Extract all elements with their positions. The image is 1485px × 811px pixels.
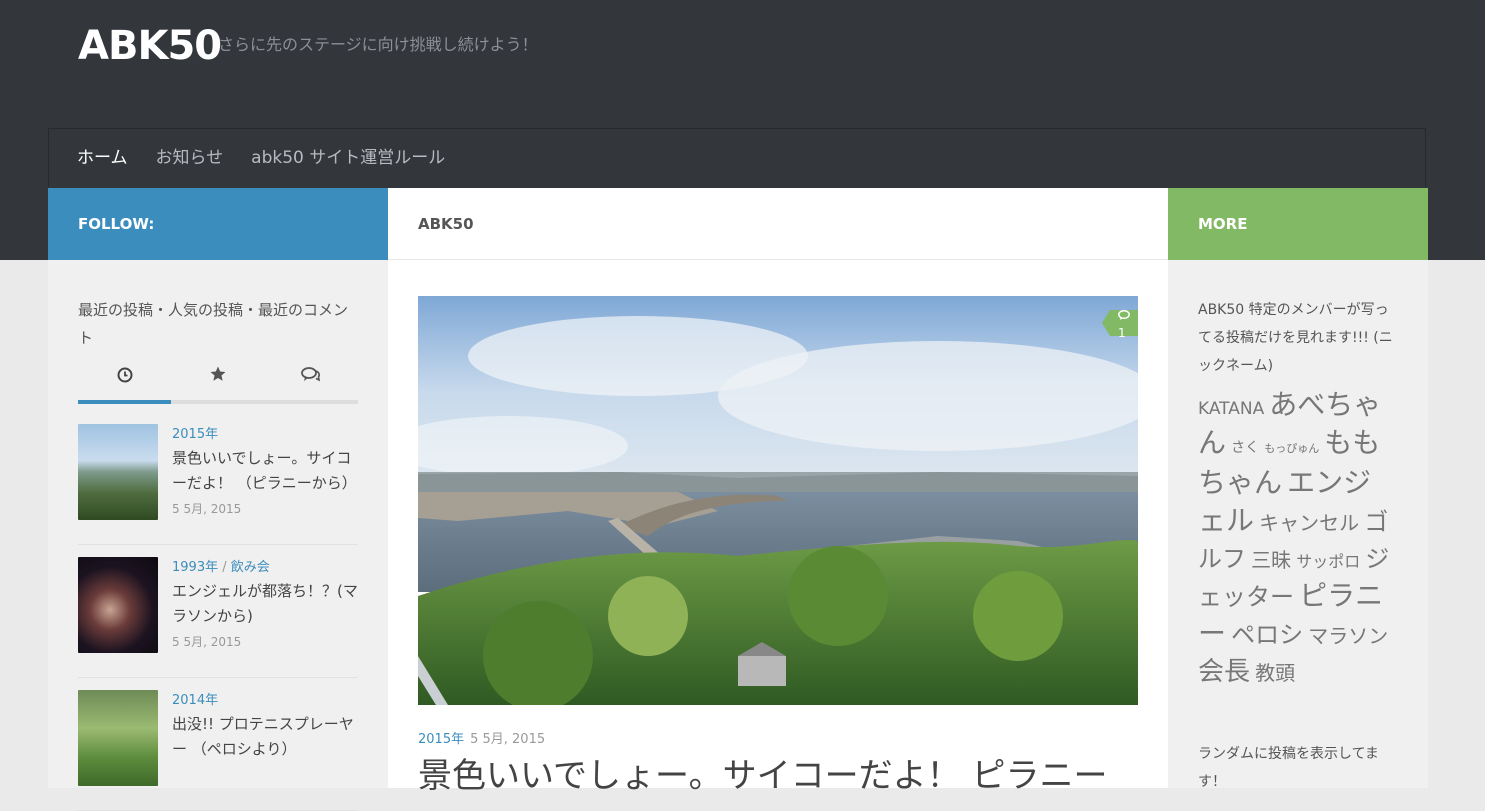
- tab-comments[interactable]: [265, 364, 358, 400]
- post-category-link[interactable]: 2014年: [172, 693, 218, 708]
- tag-link[interactable]: 教頭: [1255, 661, 1295, 685]
- post-thumbnail[interactable]: [78, 690, 158, 786]
- post-date: 5 5月, 2015: [172, 502, 242, 516]
- nav-item-rules[interactable]: abk50 サイト運営ルール: [251, 129, 445, 188]
- clock-icon: [117, 367, 133, 383]
- post-thumbnail[interactable]: [78, 557, 158, 653]
- site-tagline: さらに先のステージに向け挑戦し続けよう！: [218, 35, 538, 54]
- tag-link[interactable]: キャンセル: [1259, 511, 1359, 535]
- recent-post-list: 2015年 景色いいでしょー。サイコーだよ！ （ピラニーから） 5 5月, 20…: [78, 424, 358, 811]
- star-icon: [210, 366, 226, 381]
- random-widget-text: ランダムに投稿を表示してます！: [1198, 746, 1379, 790]
- post-category-link[interactable]: 飲み会: [231, 560, 270, 575]
- follow-bar: FOLLOW:: [48, 188, 388, 260]
- post-category-link[interactable]: 2015年: [172, 427, 218, 442]
- tag-link[interactable]: マラソン: [1308, 624, 1388, 648]
- content-wrap: FOLLOW: 最近の投稿・人気の投稿・最近のコメント 2015年 景色いいでし…: [48, 188, 1428, 811]
- member-widget-text: ABK50 特定のメンバーが写ってる投稿だけを見れます!!! (ニックネーム): [1198, 302, 1393, 374]
- tag-link[interactable]: もっぴゅん: [1264, 442, 1319, 455]
- main-bar: ABK50: [388, 188, 1168, 260]
- main-content: ABK50 1 2015年 5 5月, 2015 景色いいでしょー。サイコーだよ…: [388, 188, 1168, 796]
- tag-link[interactable]: ペロシ: [1231, 621, 1303, 649]
- tab-recent[interactable]: [78, 364, 171, 400]
- post-title-link[interactable]: 景色いいでしょー。サイコーだよ！ （ピラニーから）: [172, 446, 358, 496]
- post-date: 5 5月, 2015: [470, 732, 546, 747]
- nav-item-home[interactable]: ホーム: [77, 129, 128, 188]
- post-tabs: [78, 364, 358, 404]
- nav-item-news[interactable]: お知らせ: [156, 129, 224, 188]
- post-title-link[interactable]: エンジェルが都落ち！？(マラソンから): [172, 579, 358, 629]
- right-sidebar: MORE ABK50 特定のメンバーが写ってる投稿だけを見れます!!! (ニック…: [1168, 188, 1428, 790]
- post-meta: 2015年 5 5月, 2015: [418, 728, 545, 747]
- post-title[interactable]: 景色いいでしょー。サイコーだよ！ ピラニー: [418, 754, 1138, 798]
- post-thumbnail[interactable]: [78, 424, 158, 520]
- list-item: 2015年 景色いいでしょー。サイコーだよ！ （ピラニーから） 5 5月, 20…: [78, 424, 358, 545]
- list-item: 1993年 / 飲み会 エンジェルが都落ち！？(マラソンから) 5 5月, 20…: [78, 557, 358, 678]
- tag-link[interactable]: さく: [1231, 440, 1259, 456]
- post-title-link[interactable]: 出没!! プロテニスプレーヤー （ペロシより）: [172, 712, 358, 762]
- comments-icon: [301, 367, 321, 382]
- comment-count: 1: [1118, 326, 1126, 340]
- site-title[interactable]: ABK50: [78, 22, 222, 70]
- tag-link[interactable]: KATANA: [1198, 399, 1264, 419]
- tag-link[interactable]: 会長: [1198, 657, 1250, 687]
- comment-count-badge[interactable]: 1: [1102, 310, 1138, 340]
- tag-cloud: KATANA あべちゃん さく もっぴゅん ももちゃん エンジェル キャンセル …: [1198, 388, 1398, 692]
- tag-link[interactable]: 三昧: [1251, 548, 1291, 572]
- tag-link[interactable]: サッポロ: [1296, 552, 1360, 571]
- featured-photo: [418, 296, 1138, 705]
- comment-icon: [1118, 310, 1130, 320]
- list-item: 2014年 出没!! プロテニスプレーヤー （ペロシより）: [78, 690, 358, 811]
- tabs-widget-title: 最近の投稿・人気の投稿・最近のコメント: [78, 301, 349, 347]
- post-category-link[interactable]: 1993年: [172, 560, 218, 575]
- featured-image[interactable]: 1: [418, 296, 1138, 705]
- tab-popular[interactable]: [171, 364, 264, 400]
- left-sidebar: FOLLOW: 最近の投稿・人気の投稿・最近のコメント 2015年 景色いいでし…: [48, 188, 388, 811]
- post-date: 5 5月, 2015: [172, 635, 242, 649]
- post-category-link[interactable]: 2015年: [418, 732, 464, 747]
- main-nav: ホーム お知らせ abk50 サイト運営ルール: [48, 128, 1426, 187]
- more-bar: MORE: [1168, 188, 1428, 260]
